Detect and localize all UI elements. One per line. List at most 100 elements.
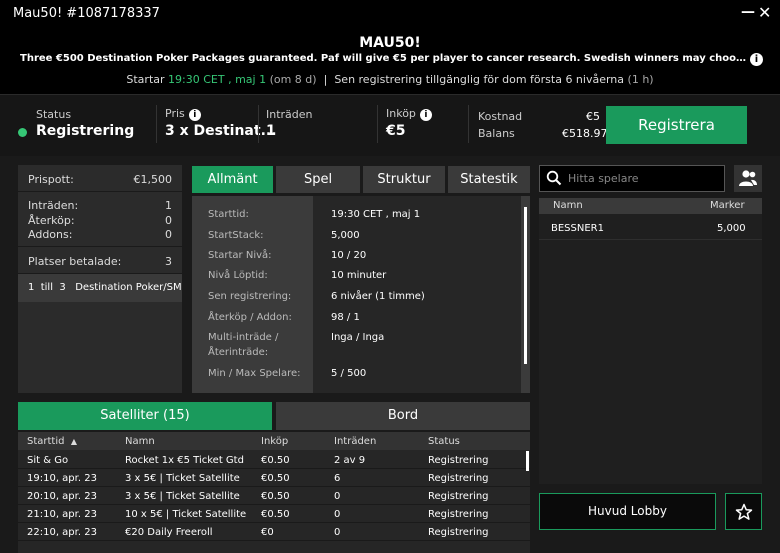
column-header-status[interactable]: Status [428, 436, 460, 447]
status-dot [18, 128, 27, 137]
cell-starttime: 19:10, apr. 23 [27, 473, 97, 484]
prizepool-value: €1,500 [133, 173, 173, 186]
addons-value: 0 [165, 228, 172, 241]
rebuys-value: 0 [165, 214, 172, 227]
column-header-label: Starttid [27, 436, 65, 447]
minimize-icon[interactable]: — [741, 4, 755, 20]
cell-buyin: €0.50 [261, 491, 290, 502]
info-value: 10 / 20 [331, 250, 367, 261]
tab-tables[interactable]: Bord [276, 402, 530, 430]
tournament-header: MAU50! Three €500 Destination Poker Pack… [0, 28, 780, 94]
search-input[interactable]: Hitta spelare [568, 172, 639, 185]
info-key: Sen registrering: [208, 291, 292, 302]
cell-status: Registrering [428, 491, 489, 502]
sort-up-icon: ▲ [70, 437, 77, 446]
cell-status: Registrering [428, 473, 489, 484]
cost-value: €5 [586, 110, 600, 123]
tournament-description: Three €500 Destination Poker Packages gu… [20, 53, 748, 64]
start-time: 19:30 CET , maj 1 [168, 73, 267, 86]
info-key: Multi-inträde / Återinträde: [208, 332, 279, 358]
player-name: BESSNER1 [551, 223, 604, 234]
cell-name: Rocket 1x €5 Ticket Gtd [125, 455, 244, 466]
prize-row-text: 1 till 3 Destination Poker/SM [28, 282, 182, 293]
prizepool-label: Prispott: [28, 173, 74, 186]
info-value: 19:30 CET , maj 1 [331, 209, 421, 220]
price-value: 3 x Destinat... [165, 123, 277, 139]
price-label: Pris i [165, 107, 201, 121]
column-header-buyin[interactable]: Inköp [261, 436, 288, 447]
tab-general[interactable]: Allmänt [192, 166, 273, 193]
table-row[interactable]: 21:10, apr. 23 10 x 5€ | Ticket Satellit… [18, 505, 530, 523]
column-header-entries[interactable]: Inträden [334, 436, 376, 447]
balance-value: €518.97 [562, 127, 608, 140]
price-info-icon[interactable]: i [188, 109, 201, 121]
players-icon [739, 170, 757, 186]
list-item[interactable]: BESSNER1 5,000 [539, 218, 762, 240]
rebuys-label: Återköp: [28, 214, 75, 227]
info-icon[interactable]: i [750, 53, 763, 66]
start-prefix: Startar [126, 73, 165, 86]
balance-label: Balans [478, 127, 515, 140]
buyin-info-icon[interactable]: i [419, 109, 432, 121]
column-header-starttime[interactable]: Starttid ▲ [27, 436, 77, 447]
player-search[interactable]: Hitta spelare [539, 165, 725, 192]
favorite-button[interactable] [725, 493, 762, 530]
star-icon [735, 503, 753, 520]
info-value: Inga / Inga [331, 332, 385, 343]
info-value: 10 minuter [331, 270, 387, 281]
status-value: Registrering [36, 123, 135, 139]
info-key: StartStack: [208, 230, 264, 241]
start-relative: (om 8 d) [269, 73, 317, 86]
tab-structure[interactable]: Struktur [363, 166, 445, 193]
table-row[interactable]: Sit & Go Rocket 1x €5 Ticket Gtd €0.50 2… [18, 451, 530, 469]
tournament-name: MAU50! [359, 35, 421, 51]
header-separator: | [323, 73, 328, 86]
info-key: Nivå Löptid: [208, 270, 268, 281]
cell-entries: 0 [334, 509, 341, 520]
tournament-window: Mau50! #1087178337 — ✕ MAU50! Three €500… [0, 0, 780, 553]
divider [377, 105, 378, 143]
buyin-label-text: Inköp [386, 107, 416, 120]
general-info-table: Starttid: 19:30 CET , maj 1 StartStack: … [192, 196, 530, 393]
column-header-player[interactable]: Namn [553, 200, 583, 211]
table-row[interactable]: 20:10, apr. 23 3 x 5€ | Ticket Satellite… [18, 487, 530, 505]
entries-label: Inträden: [28, 199, 79, 212]
satellites-scrollbar[interactable] [526, 451, 529, 471]
table-row[interactable]: 22:10, apr. 23 €20 Daily Freeroll €0 0 R… [18, 523, 530, 541]
info-key: Återköp / Addon: [208, 312, 292, 323]
cell-name: 3 x 5€ | Ticket Satellite [125, 473, 240, 484]
cell-starttime: 21:10, apr. 23 [27, 509, 97, 520]
close-icon[interactable]: ✕ [758, 3, 771, 22]
paid-places-label: Platser betalade: [28, 255, 122, 268]
paid-places-value: 3 [165, 255, 172, 268]
tab-satellites[interactable]: Satelliter (15) [18, 402, 272, 430]
divider [156, 105, 157, 143]
entries-value: 1 [266, 123, 276, 139]
info-key: Min / Max Spelare: [208, 368, 301, 379]
table-row[interactable]: 19:10, apr. 23 3 x 5€ | Ticket Satellite… [18, 469, 530, 487]
register-button[interactable]: Registrera [606, 106, 747, 144]
player-list: Namn Marker BESSNER1 5,000 [539, 198, 762, 484]
prize-row: 1 till 3 Destination Poker/SM [18, 274, 182, 302]
late-registration: Sen registrering tillgänglig för dom för… [334, 73, 625, 86]
start-info: Startar 19:30 CET , maj 1 (om 8 d) | Sen… [0, 73, 780, 86]
table-header: Starttid ▲ Namn Inköp Inträden Status [18, 432, 530, 450]
entries-row: Inträden: 1 [28, 199, 172, 212]
rebuys-row: Återköp: 0 [28, 214, 172, 227]
divider [18, 191, 182, 192]
cell-status: Registrering [428, 527, 489, 538]
main-lobby-button[interactable]: Huvud Lobby [539, 493, 716, 530]
satellites-table: Starttid ▲ Namn Inköp Inträden Status Si… [18, 432, 530, 553]
players-filter-button[interactable] [734, 165, 762, 192]
cell-starttime: Sit & Go [27, 455, 69, 466]
cell-entries: 0 [334, 491, 341, 502]
info-scrollbar[interactable] [524, 207, 527, 364]
column-header-chips[interactable]: Marker [710, 200, 745, 211]
column-header-name[interactable]: Namn [125, 436, 155, 447]
cell-name: 10 x 5€ | Ticket Satellite [125, 509, 247, 520]
cost-label: Kostnad [478, 110, 523, 123]
tab-statistics[interactable]: Statestik [448, 166, 530, 193]
buyin-label: Inköp i [386, 107, 432, 121]
tab-game[interactable]: Spel [276, 166, 360, 193]
info-value: 6 nivåer (1 timme) [331, 291, 425, 302]
